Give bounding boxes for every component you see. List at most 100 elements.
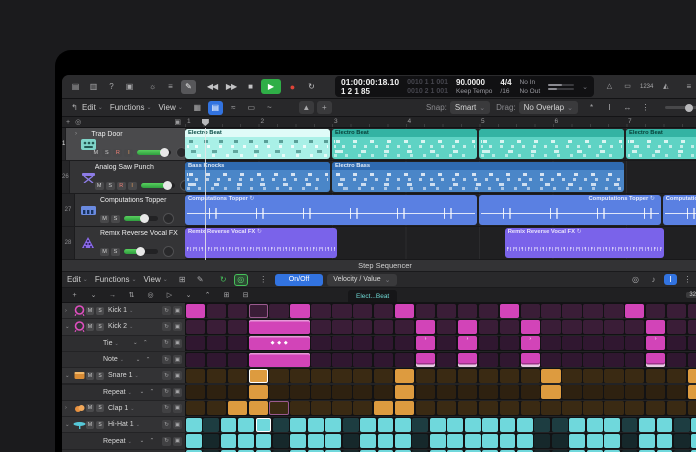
step-cell[interactable] — [534, 418, 550, 432]
step-cell[interactable] — [412, 434, 428, 448]
step-cell[interactable] — [430, 434, 446, 448]
decrement-icon[interactable]: ⌄ — [131, 339, 140, 348]
step-cell[interactable] — [521, 304, 540, 318]
step-cell[interactable] — [541, 304, 560, 318]
region[interactable]: Remix Reverse Vocal FX ↻ — [185, 228, 337, 258]
pointer-tool-icon[interactable]: ▲ — [299, 101, 314, 114]
step-cell[interactable] — [562, 369, 581, 383]
step-cell[interactable] — [416, 320, 435, 334]
step-cell[interactable] — [604, 304, 623, 318]
track-lane-28[interactable]: Remix Reverse Vocal FX ↻Remix Reverse Vo… — [185, 227, 696, 260]
step-cell[interactable] — [416, 385, 435, 399]
step-cell[interactable] — [541, 336, 560, 350]
step-cell[interactable] — [482, 434, 498, 448]
step-cell[interactable] — [667, 304, 686, 318]
step-cell[interactable] — [674, 434, 690, 448]
step-cell[interactable] — [256, 418, 272, 432]
row-header[interactable]: ⌄MSKick 2⌄↻▣ — [62, 319, 185, 334]
solo-button[interactable]: S — [96, 307, 104, 315]
step-cell[interactable] — [625, 369, 644, 383]
step-cell[interactable] — [269, 385, 288, 399]
step-cell[interactable] — [688, 385, 696, 399]
bar-ruler[interactable]: 1234567 — [185, 117, 696, 128]
step-cell[interactable]: › — [416, 336, 435, 350]
step-cell[interactable] — [458, 304, 477, 318]
step-cell[interactable] — [500, 369, 519, 383]
edit-mode-menu[interactable]: Velocity / Value ⌄ — [327, 274, 396, 286]
text-tool-icon[interactable]: I — [602, 101, 617, 115]
step-cell[interactable] — [625, 304, 644, 318]
step-cell[interactable] — [416, 353, 435, 367]
row-settings-icon[interactable]: ↻ — [162, 306, 171, 315]
play-button[interactable]: ▶ — [261, 79, 281, 94]
mute-button[interactable]: M — [86, 323, 94, 331]
toolbar-icon[interactable]: ▣ — [122, 80, 137, 94]
step-cell[interactable] — [311, 336, 330, 350]
more-icon[interactable]: ⋮ — [638, 101, 653, 115]
playhead[interactable] — [205, 128, 206, 260]
step-cell[interactable] — [562, 304, 581, 318]
step-cell[interactable] — [604, 336, 623, 350]
step-cell[interactable] — [186, 336, 205, 350]
row-header[interactable]: Repeat⌄⌄⌃↻▣ — [62, 385, 185, 400]
step-cell[interactable] — [500, 401, 519, 415]
step-cell[interactable] — [374, 320, 393, 334]
step-cell[interactable] — [562, 353, 581, 367]
long-step-note[interactable] — [249, 353, 310, 367]
disclosure-icon[interactable]: ⌄ — [65, 373, 73, 379]
step-cells[interactable] — [185, 433, 696, 448]
step-cell[interactable] — [479, 401, 498, 415]
row-settings-icon[interactable]: ↻ — [162, 437, 171, 446]
step-cell[interactable] — [622, 434, 638, 448]
step-cell[interactable] — [541, 320, 560, 334]
row-header[interactable]: ⌄MSSnare 1⌄↻▣ — [62, 368, 185, 383]
step-cell[interactable] — [667, 385, 686, 399]
editor-view-icon[interactable]: ▤ — [208, 101, 223, 115]
step-cell[interactable]: › — [521, 336, 540, 350]
step-cell[interactable] — [458, 353, 477, 367]
step-cell[interactable] — [186, 434, 202, 448]
step-cell[interactable] — [207, 385, 226, 399]
marquee-icon[interactable]: ▭ — [244, 101, 259, 115]
step-cell[interactable] — [646, 401, 665, 415]
step-cell[interactable] — [186, 369, 205, 383]
step-cell[interactable] — [521, 320, 540, 334]
pan-knob[interactable] — [163, 213, 174, 224]
solo-button[interactable]: S — [96, 372, 104, 380]
step-cell[interactable] — [249, 385, 268, 399]
region[interactable]: Computations Topper ↻ — [479, 195, 661, 225]
step-cell[interactable] — [688, 320, 696, 334]
track-lane-26[interactable]: Bass KnocksElectro Bass — [185, 161, 696, 194]
step-cell[interactable] — [290, 385, 309, 399]
step-cell[interactable] — [332, 304, 351, 318]
region[interactable]: Electro Beat — [185, 129, 330, 159]
step-cells[interactable] — [185, 401, 696, 416]
step-cell[interactable] — [186, 385, 205, 399]
step-cell[interactable] — [646, 369, 665, 383]
step-cell[interactable] — [308, 434, 324, 448]
volume-slider[interactable] — [137, 150, 171, 155]
step-cell[interactable] — [521, 353, 540, 367]
step-cell[interactable] — [541, 401, 560, 415]
step-cell[interactable] — [311, 401, 330, 415]
step-cell[interactable] — [203, 418, 219, 432]
track-name[interactable]: Computations Topper — [100, 197, 182, 204]
step-cell[interactable] — [374, 336, 393, 350]
rewind-button[interactable]: ◀◀ — [204, 79, 220, 94]
record-enable-button[interactable]: R — [117, 182, 126, 190]
lcd-display[interactable]: 01:00:00:18.10 1 2 1 85 0010 1 1 001 001… — [335, 76, 594, 97]
step-record-icon[interactable]: ↻ — [216, 273, 231, 287]
step-cell[interactable] — [207, 369, 226, 383]
solo-button[interactable]: S — [102, 149, 111, 157]
row-header[interactable]: ›MSClap 1⌄↻▣ — [62, 401, 185, 416]
row-header[interactable]: Note⌄⌄⌃↻▣ — [62, 352, 185, 367]
header-options-icon[interactable]: ▣ — [174, 118, 181, 126]
step-cell[interactable] — [604, 353, 623, 367]
region[interactable]: Electro Bass — [332, 162, 624, 192]
add-track-icon[interactable]: + — [66, 119, 70, 126]
step-cell[interactable] — [479, 336, 498, 350]
row-settings-icon[interactable]: ↻ — [162, 371, 171, 380]
step-cell[interactable] — [332, 401, 351, 415]
tracks-menu-functions[interactable]: Functions⌄ — [110, 103, 152, 112]
step-cell[interactable] — [646, 385, 665, 399]
